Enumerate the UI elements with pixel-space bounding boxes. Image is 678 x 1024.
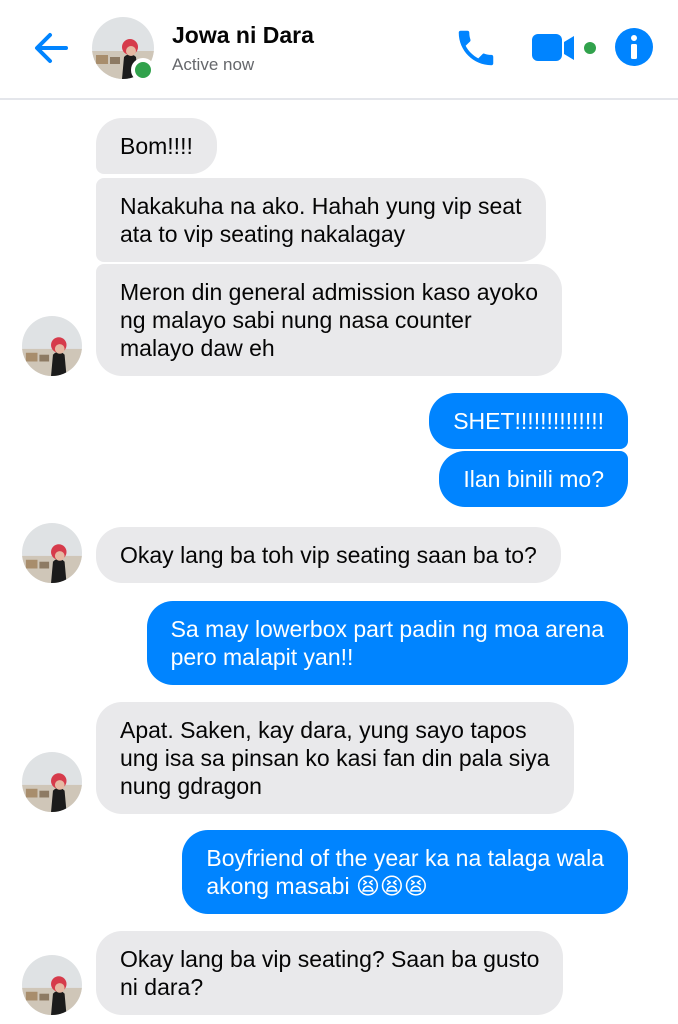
- message-text-line: Okay lang ba toh vip seating saan ba to?: [120, 542, 537, 568]
- active-status: Active now: [172, 55, 255, 74]
- incoming-message[interactable]: Apat. Saken, kay dara, yung sayo tapos un…: [96, 702, 574, 814]
- message-text-line: malayo daw eh: [120, 335, 275, 361]
- incoming-message[interactable]: Okay lang ba vip seating? Saan ba gusto n…: [96, 931, 564, 1015]
- online-status-dot: [131, 58, 155, 82]
- message-text-line: ng malayo sabi nung nasa counter: [120, 307, 472, 333]
- sender-avatar[interactable]: [22, 523, 82, 583]
- call-button[interactable]: [452, 25, 500, 71]
- outgoing-message[interactable]: Sa may lowerbox part padin ng moa arena p…: [146, 601, 628, 685]
- incoming-message[interactable]: Bom!!!!: [96, 118, 217, 174]
- incoming-message[interactable]: Nakakuha na ako. Hahah yung vip seat ata …: [96, 178, 546, 262]
- message-text-line: pero malapit yan!!: [170, 644, 354, 670]
- conversation-header: Jowa ni Dara Active now: [0, 0, 678, 100]
- info-icon: [615, 28, 653, 66]
- arrow-left-icon: [35, 33, 68, 63]
- message-text-line: ata to vip seating nakalagay: [120, 221, 406, 247]
- sender-avatar[interactable]: [22, 955, 82, 1015]
- sender-avatar[interactable]: [22, 752, 82, 812]
- contact-name[interactable]: Jowa ni Dara: [172, 22, 314, 49]
- message-text-line: ung isa sa pinsan ko kasi fan din pala s…: [120, 745, 550, 771]
- outgoing-message[interactable]: SHET!!!!!!!!!!!!!!: [429, 393, 628, 449]
- outgoing-message[interactable]: Boyfriend of the year ka na talaga wala a…: [182, 830, 628, 914]
- message-text-line: SHET!!!!!!!!!!!!!!: [453, 408, 604, 434]
- message-text-line: Nakakuha na ako. Hahah yung vip seat: [120, 193, 522, 219]
- info-button[interactable]: [614, 27, 654, 67]
- phone-icon: [458, 30, 494, 66]
- incoming-message[interactable]: Okay lang ba toh vip seating saan ba to?: [96, 527, 561, 583]
- message-text-line: Sa may lowerbox part padin ng moa arena: [170, 616, 604, 642]
- sender-avatar[interactable]: [22, 316, 82, 376]
- back-button[interactable]: [30, 26, 74, 70]
- incoming-message[interactable]: Meron din general admission kaso ayoko ng…: [96, 264, 563, 376]
- message-text-line: Ilan binili mo?: [463, 466, 604, 492]
- message-text-line: Bom!!!!: [120, 133, 193, 159]
- message-text-line: akong masabi 😫😫😫: [206, 873, 428, 899]
- message-text-line: nung gdragon: [120, 773, 262, 799]
- message-text-line: ni dara?: [120, 974, 204, 1000]
- message-text-line: Meron din general admission kaso ayoko: [120, 279, 539, 305]
- message-text-line: Okay lang ba vip seating? Saan ba gusto: [120, 946, 540, 972]
- video-call-button[interactable]: [530, 28, 600, 68]
- message-text-line: Boyfriend of the year ka na talaga wala: [206, 845, 604, 871]
- video-camera-icon: [532, 34, 596, 61]
- outgoing-message[interactable]: Ilan binili mo?: [439, 451, 628, 507]
- message-text-line: Apat. Saken, kay dara, yung sayo tapos: [120, 717, 527, 743]
